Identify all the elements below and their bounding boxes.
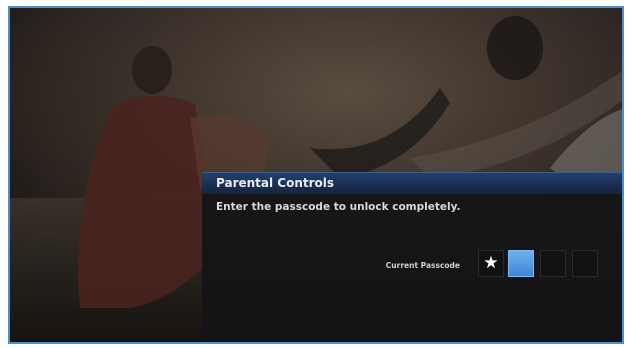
parental-controls-dialog: Parental Controls Enter the passcode to … [202, 172, 622, 342]
dialog-header: Parental Controls [202, 172, 622, 194]
dialog-title: Parental Controls [216, 176, 335, 190]
passcode-digit-2[interactable] [508, 250, 534, 277]
passcode-digit-3[interactable] [540, 250, 566, 277]
passcode-digit-1[interactable]: ★ [478, 250, 504, 277]
passcode-digit-4[interactable] [572, 250, 598, 277]
passcode-label: Current Passcode [385, 261, 460, 270]
dialog-instruction: Enter the passcode to unlock completely. [216, 201, 461, 213]
tv-screen: Parental Controls Enter the passcode to … [8, 6, 624, 344]
